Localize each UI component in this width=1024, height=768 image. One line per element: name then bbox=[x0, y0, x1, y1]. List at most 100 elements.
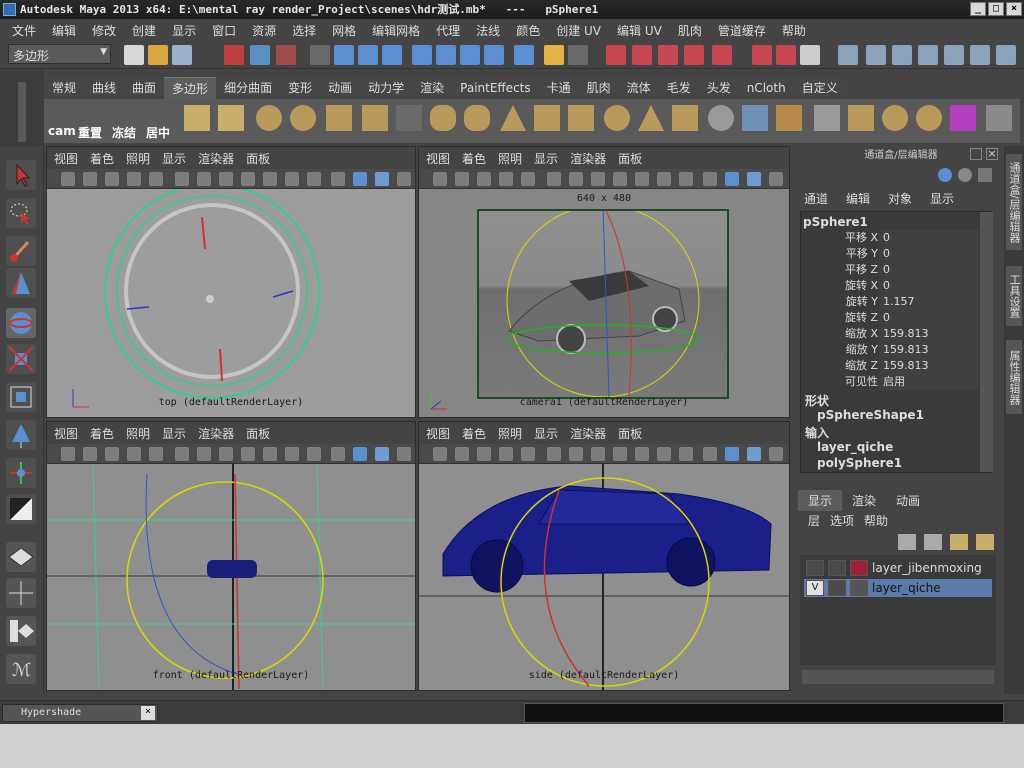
menu-color[interactable]: 颜色 bbox=[508, 22, 548, 39]
toggle-panel-icon-4[interactable] bbox=[996, 45, 1016, 65]
show-manip-icon[interactable] bbox=[6, 458, 36, 488]
poly-cone-icon[interactable] bbox=[500, 105, 526, 131]
outliner-layout-icon[interactable] bbox=[6, 616, 36, 646]
channel-scrollbar[interactable] bbox=[980, 212, 993, 472]
channel-menu-object[interactable]: 对象 bbox=[888, 190, 912, 210]
wireframe-icon[interactable] bbox=[547, 172, 561, 186]
new-scene-icon[interactable] bbox=[124, 45, 144, 65]
shadows-icon[interactable] bbox=[635, 172, 649, 186]
vp-menu-shading[interactable]: 着色 bbox=[462, 150, 486, 167]
layer-visibility-toggle[interactable] bbox=[806, 560, 824, 576]
menu-muscle[interactable]: 肌肉 bbox=[670, 22, 710, 39]
layer-display-type[interactable] bbox=[828, 560, 846, 576]
vp-menu-lighting[interactable]: 照明 bbox=[126, 150, 150, 167]
menu-select[interactable]: 选择 bbox=[284, 22, 324, 39]
smooth-shade-icon[interactable] bbox=[197, 172, 211, 186]
tool-settings-toggle-icon[interactable] bbox=[938, 168, 952, 182]
layer-menu-options[interactable]: 选项 bbox=[830, 512, 854, 529]
menu-create[interactable]: 创建 bbox=[124, 22, 164, 39]
vp-menu-show[interactable]: 显示 bbox=[534, 150, 558, 167]
channel-value-field[interactable]: 159.813 bbox=[879, 358, 979, 374]
scale-tool-icon[interactable] bbox=[6, 344, 36, 374]
vp-menu-panels[interactable]: 面板 bbox=[246, 150, 270, 167]
single-pane-layout-icon[interactable] bbox=[6, 542, 36, 572]
select-tool-icon[interactable] bbox=[6, 160, 36, 190]
channel-menu-edit[interactable]: 编辑 bbox=[846, 190, 870, 210]
channel-value-field[interactable]: 0 bbox=[879, 278, 979, 294]
menu-file[interactable]: 文件 bbox=[4, 22, 44, 39]
camera-select-icon[interactable] bbox=[61, 172, 75, 186]
attr-editor-toggle-icon[interactable] bbox=[958, 168, 972, 182]
shelf-tab-muscle[interactable]: 肌肉 bbox=[578, 77, 619, 99]
menu-edit[interactable]: 编辑 bbox=[44, 22, 84, 39]
shelf-tab-curves[interactable]: 曲线 bbox=[84, 77, 125, 99]
cam-shelf-button[interactable]: cam bbox=[48, 105, 76, 138]
vp-menu-renderer[interactable]: 渲染器 bbox=[570, 150, 606, 167]
vp-menu-view[interactable]: 视图 bbox=[426, 150, 450, 167]
tab-channel-box[interactable]: 通道盒/层编辑器 bbox=[1006, 154, 1022, 250]
center-pivot-shelf-button[interactable]: 居中 bbox=[146, 105, 180, 140]
checker-icon[interactable] bbox=[769, 172, 783, 186]
vp-menu-view[interactable]: 视图 bbox=[54, 150, 78, 167]
text-icon[interactable] bbox=[307, 172, 321, 186]
cube-wire-icon[interactable] bbox=[375, 447, 389, 461]
layer-row[interactable]: layer_jibenmoxing bbox=[804, 559, 992, 577]
split-polygon-icon[interactable] bbox=[916, 105, 942, 131]
viewport-side[interactable]: 视图 着色 照明 显示 渲染器 面板 side (defaultRenderLa… bbox=[418, 421, 790, 691]
channel-value-field[interactable]: 159.813 bbox=[879, 326, 979, 342]
paste-icon[interactable] bbox=[800, 45, 820, 65]
isolate-icon[interactable] bbox=[331, 172, 345, 186]
open-scene-icon[interactable] bbox=[148, 45, 168, 65]
grid-icon[interactable] bbox=[521, 447, 535, 461]
grid-icon[interactable] bbox=[149, 447, 163, 461]
cube-wire-icon[interactable] bbox=[375, 172, 389, 186]
textured-icon[interactable] bbox=[219, 172, 233, 186]
camera-select-icon[interactable] bbox=[433, 447, 447, 461]
isolate-icon[interactable] bbox=[703, 172, 717, 186]
menu-edit-mesh[interactable]: 编辑网格 bbox=[364, 22, 428, 39]
minimize-button[interactable]: _ bbox=[970, 2, 986, 16]
extrude-icon[interactable] bbox=[814, 105, 840, 131]
vp-menu-renderer[interactable]: 渲染器 bbox=[198, 150, 234, 167]
mask-icon-4[interactable] bbox=[484, 45, 504, 65]
float-panel-icon[interactable] bbox=[970, 148, 982, 160]
vp-menu-panels[interactable]: 面板 bbox=[246, 425, 270, 442]
camera-attr-icon[interactable] bbox=[455, 447, 469, 461]
snap-point-icon[interactable] bbox=[358, 45, 378, 65]
last-used-tool-icon[interactable] bbox=[6, 494, 36, 524]
menu-help[interactable]: 帮助 bbox=[774, 22, 814, 39]
menu-window[interactable]: 窗口 bbox=[204, 22, 244, 39]
grid-icon[interactable] bbox=[149, 172, 163, 186]
shelf-tab-dynamics[interactable]: 动力学 bbox=[360, 77, 413, 99]
image-plane-icon[interactable] bbox=[127, 447, 141, 461]
input-node-item[interactable]: polySphere1 bbox=[817, 456, 902, 470]
snap-grid-icon[interactable] bbox=[310, 45, 330, 65]
layer-row-selected[interactable]: V layer_qiche bbox=[804, 579, 992, 597]
shadows-icon[interactable] bbox=[263, 172, 277, 186]
rotate-tool-icon[interactable] bbox=[6, 308, 36, 338]
vp-menu-lighting[interactable]: 照明 bbox=[498, 425, 522, 442]
shelf-tab-custom[interactable]: 自定义 bbox=[793, 77, 846, 99]
universal-manip-icon[interactable] bbox=[6, 382, 36, 412]
bookmark-icon[interactable] bbox=[477, 447, 491, 461]
channel-box-toggle-icon[interactable] bbox=[978, 168, 992, 182]
isolate-icon[interactable] bbox=[331, 447, 345, 461]
ipr-render-icon[interactable] bbox=[658, 45, 678, 65]
smooth-shade-icon[interactable] bbox=[569, 172, 583, 186]
new-layer-icon[interactable] bbox=[924, 534, 942, 550]
layer-color-swatch[interactable] bbox=[850, 560, 868, 576]
mask-icon-2[interactable] bbox=[436, 45, 456, 65]
sculpt-tool-icon[interactable] bbox=[396, 105, 422, 131]
camera-view-canvas[interactable]: 640 x 480 bbox=[419, 189, 789, 417]
append-polygon-icon[interactable] bbox=[882, 105, 908, 131]
bookmark-icon[interactable] bbox=[477, 172, 491, 186]
vp-menu-view[interactable]: 视图 bbox=[54, 425, 78, 442]
shelf-tab-animation[interactable]: 动画 bbox=[320, 77, 361, 99]
select-hierarchy-icon[interactable] bbox=[224, 45, 244, 65]
front-view-canvas[interactable] bbox=[47, 463, 415, 690]
input-node-item[interactable]: layer_qiche bbox=[817, 440, 893, 454]
lasso-tool-icon[interactable] bbox=[6, 198, 36, 228]
layer-down-icon[interactable] bbox=[976, 534, 994, 550]
image-plane-icon[interactable] bbox=[499, 447, 513, 461]
vp-menu-panels[interactable]: 面板 bbox=[618, 425, 642, 442]
